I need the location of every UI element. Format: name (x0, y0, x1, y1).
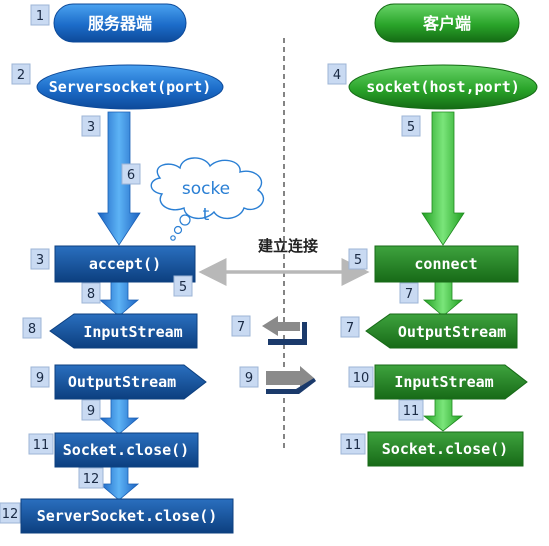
server-arrow-accept-to-input (98, 279, 140, 317)
step-badge: 10 (348, 366, 374, 388)
server-output-node: OutputStream (54, 364, 207, 400)
client-create-node: socket(host,port) (348, 64, 538, 110)
server-arrow-close-to-serverclose (98, 465, 140, 501)
cloud-text-line2: t (203, 205, 210, 225)
server-arrow-output-to-close (98, 397, 140, 435)
server-title-node: 服务器端 (53, 3, 187, 43)
client-input-label: InputStream (394, 373, 493, 391)
step-badge: 3 (81, 115, 101, 137)
svg-text:5: 5 (179, 280, 187, 295)
server-title: 服务器端 (88, 14, 152, 33)
cloud-text-line1: socke (182, 179, 230, 199)
svg-text:8: 8 (87, 287, 95, 302)
step-badge: 9 (30, 366, 50, 388)
svg-text:11: 11 (345, 438, 362, 453)
step-badge: 12 (78, 467, 104, 489)
svg-text:9: 9 (36, 371, 44, 386)
server-serverclose-label: ServerSocket.close() (37, 507, 218, 525)
step-badge: 7 (231, 315, 251, 337)
client-title: 客户端 (423, 14, 471, 33)
step-badge: 11 (398, 399, 424, 421)
socket-flow-diagram: 服务器端 Serversocket(port) accept() InputSt… (0, 3, 538, 534)
server-to-client-transfer-arrow (266, 366, 316, 394)
step-badge: 11 (340, 433, 366, 455)
svg-text:10: 10 (353, 371, 370, 386)
client-title-node: 客户端 (374, 3, 520, 43)
svg-text:1: 1 (36, 9, 44, 24)
server-output-label: OutputStream (68, 373, 176, 391)
step-badge: 5 (173, 275, 193, 297)
step-badge: 9 (81, 399, 101, 421)
step-badge: 11 (28, 433, 54, 455)
server-close-node: Socket.close() (54, 432, 199, 468)
client-output-node: OutputStream (365, 313, 518, 349)
svg-text:2: 2 (17, 68, 25, 83)
connection-label: 建立连接 (258, 237, 318, 255)
svg-text:4: 4 (333, 68, 341, 83)
svg-text:12: 12 (83, 472, 100, 487)
svg-text:9: 9 (245, 371, 253, 386)
svg-text:8: 8 (28, 322, 36, 337)
client-arrow-connect-to-output (422, 279, 464, 317)
step-badge: 4 (327, 63, 347, 85)
svg-text:3: 3 (36, 253, 44, 268)
svg-text:6: 6 (127, 168, 135, 183)
step-badge: 7 (399, 282, 419, 304)
client-create-label: socket(host,port) (366, 78, 520, 96)
client-input-node: InputStream (374, 364, 528, 400)
svg-text:12: 12 (2, 507, 19, 522)
step-badge: 12 (0, 502, 21, 524)
svg-text:3: 3 (87, 120, 95, 135)
step-badge: 3 (30, 248, 50, 270)
client-close-label: Socket.close() (382, 440, 508, 458)
svg-text:11: 11 (403, 404, 420, 419)
step-badge: 8 (22, 317, 42, 339)
svg-text:5: 5 (354, 253, 362, 268)
step-badge: 1 (30, 4, 50, 26)
svg-text:7: 7 (346, 321, 354, 336)
client-output-label: OutputStream (398, 323, 506, 341)
svg-text:7: 7 (237, 320, 245, 335)
server-serverclose-node: ServerSocket.close() (20, 498, 234, 534)
step-badge: 7 (340, 316, 360, 338)
client-connect-label: connect (414, 255, 477, 273)
svg-text:5: 5 (407, 120, 415, 135)
step-badge: 9 (239, 366, 259, 388)
server-input-node: InputStream (49, 313, 198, 349)
step-badge: 8 (81, 282, 101, 304)
svg-text:11: 11 (33, 438, 50, 453)
socket-cloud: socke t (150, 157, 265, 241)
server-create-label: Serversocket(port) (49, 78, 212, 96)
client-connect-node: connect (374, 245, 519, 283)
step-badge: 2 (11, 63, 31, 85)
server-input-label: InputStream (83, 323, 182, 341)
step-badge: 6 (121, 163, 141, 185)
svg-text:7: 7 (405, 287, 413, 302)
server-close-label: Socket.close() (63, 441, 189, 459)
client-close-node: Socket.close() (367, 431, 524, 467)
server-accept-label: accept() (89, 255, 161, 273)
client-arrow-create-to-connect (421, 111, 465, 246)
server-create-node: Serversocket(port) (36, 64, 224, 110)
step-badge: 5 (401, 115, 421, 137)
step-badge: 5 (348, 248, 368, 270)
client-arrow-input-to-close (422, 397, 464, 432)
svg-text:9: 9 (87, 404, 95, 419)
